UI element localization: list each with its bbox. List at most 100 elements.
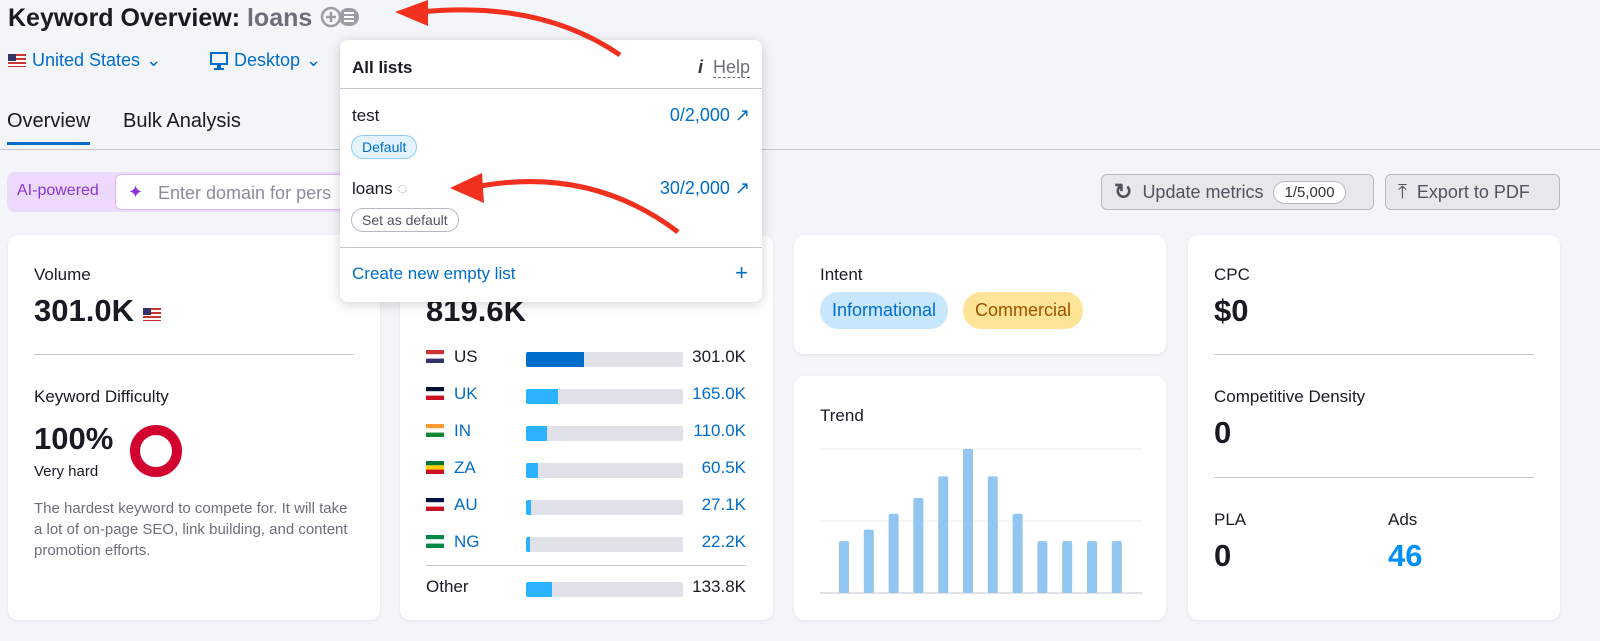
trend-bar[interactable] <box>913 497 924 593</box>
country-row-in: IN 110.0K <box>426 421 746 445</box>
update-metrics-button[interactable]: ↻ Update metrics 1/5,000 <box>1101 174 1374 210</box>
ads-value[interactable]: 46 <box>1388 538 1422 574</box>
country-code[interactable]: NG <box>454 532 480 552</box>
au-flag-icon <box>426 498 444 511</box>
divider <box>340 88 762 89</box>
trend-bar[interactable] <box>938 476 949 593</box>
ads-label: Ads <box>1388 510 1418 529</box>
country-bar <box>526 389 683 404</box>
za-flag-icon <box>426 461 444 474</box>
trend-card: Trend <box>794 376 1166 620</box>
annotation-arrowhead <box>395 0 428 26</box>
volume-label: Volume <box>34 265 91 284</box>
us-flag-icon <box>8 54 26 67</box>
country-bar-fill <box>526 463 538 478</box>
chevron-down-icon: ⌄ <box>306 50 322 70</box>
country-bar <box>526 352 683 367</box>
us-flag-icon <box>142 308 161 321</box>
country-code[interactable]: UK <box>454 384 478 404</box>
country-bar <box>526 463 683 478</box>
trend-bar[interactable] <box>1087 541 1097 593</box>
divider <box>1214 477 1534 478</box>
country-bar-fill <box>526 389 558 404</box>
upload-icon: ⤒ <box>1398 180 1407 203</box>
tab-bulk-analysis[interactable]: Bulk Analysis <box>123 110 241 143</box>
trend-bar[interactable] <box>1111 541 1122 593</box>
country-value[interactable]: 22.2K <box>702 532 746 552</box>
trend-bar[interactable] <box>1012 513 1023 593</box>
trend-bar[interactable] <box>1062 541 1073 593</box>
country-row-ng: NG 22.2K <box>426 532 746 556</box>
us-flag-icon <box>426 350 444 363</box>
country-code[interactable]: IN <box>454 421 471 441</box>
external-link-icon: ↗ <box>734 105 750 125</box>
intent-commercial-tag: Commercial <box>963 292 1084 329</box>
other-bar-fill <box>526 582 552 597</box>
plus-icon[interactable]: + <box>735 260 748 286</box>
country-row-uk: UK 165.0K <box>426 384 746 408</box>
cpc-value: $0 <box>1214 293 1249 328</box>
help-link[interactable]: i Help <box>698 57 750 78</box>
ng-flag-icon <box>426 535 444 548</box>
country-code: US <box>454 347 478 366</box>
tab-bar: Overview Bulk Analysis <box>0 108 1600 150</box>
divider <box>1214 354 1534 355</box>
country-value[interactable]: 165.0K <box>692 384 746 404</box>
volume-value: 301.0K <box>34 293 161 329</box>
country-bar <box>526 426 683 441</box>
domain-input[interactable]: ✦ Enter domain for pers <box>115 174 357 210</box>
country-value[interactable]: 60.5K <box>702 458 746 478</box>
list-name-loans[interactable]: loans ◌ <box>352 179 407 199</box>
info-icon: i <box>697 57 703 77</box>
divider <box>340 247 762 248</box>
country-code[interactable]: AU <box>454 495 478 515</box>
title-text: Keyword Overview: <box>8 4 241 32</box>
help-label: Help <box>712 57 750 78</box>
country-bar-fill <box>526 352 584 367</box>
in-flag-icon <box>426 424 444 437</box>
desktop-icon <box>210 51 228 70</box>
country-label: United States <box>32 50 141 70</box>
country-value[interactable]: 110.0K <box>693 421 746 441</box>
density-value: 0 <box>1214 415 1232 450</box>
trend-bar[interactable] <box>963 449 973 593</box>
trend-bar[interactable] <box>987 476 998 593</box>
trend-bar[interactable] <box>863 529 874 593</box>
country-row-za: ZA 60.5K <box>426 458 746 482</box>
intent-informational-tag: Informational <box>820 292 949 329</box>
default-badge: Default <box>351 135 418 159</box>
list-count-loans[interactable]: 30/2,000 ↗ <box>660 178 750 199</box>
cpc-card: CPC $0 Competitive Density 0 PLA 0 Ads 4… <box>1188 235 1560 620</box>
trend-bar[interactable] <box>839 541 849 593</box>
volume-card: Volume 301.0K Keyword Difficulty 100% Ve… <box>8 235 380 620</box>
country-bar <box>526 500 683 515</box>
export-pdf-button[interactable]: ⤒ Export to PDF <box>1385 174 1560 210</box>
uk-flag-icon <box>426 387 444 400</box>
refresh-icon: ↻ <box>1114 179 1133 204</box>
list-count-test[interactable]: 0/2,000 ↗ <box>670 105 750 126</box>
ai-powered-badge: AI-powered <box>17 182 99 199</box>
device-selector[interactable]: Desktop ⌄ <box>210 50 321 71</box>
country-bar <box>526 537 683 552</box>
list-name-test[interactable]: test <box>352 106 379 126</box>
country-row-other: Other 133.8K <box>426 577 746 601</box>
divider <box>34 354 354 355</box>
chevron-down-icon: ⌄ <box>146 50 162 70</box>
difficulty-description: The hardest keyword to compete for. It w… <box>34 500 348 559</box>
add-to-list-icon[interactable] <box>319 5 363 29</box>
country-bar-fill <box>526 426 548 441</box>
trend-bar[interactable] <box>888 513 899 593</box>
country-selector[interactable]: United States ⌄ <box>8 50 161 71</box>
create-list-link[interactable]: Create new empty list <box>352 264 515 284</box>
other-bar <box>526 582 683 597</box>
set-as-default-button[interactable]: Set as default <box>351 208 459 232</box>
popup-title: All lists <box>352 58 413 77</box>
country-row-us: US 301.0K <box>426 347 746 371</box>
country-code[interactable]: ZA <box>454 458 476 478</box>
country-value[interactable]: 27.1K <box>702 495 746 515</box>
trend-chart <box>820 448 1142 594</box>
other-label: Other <box>426 577 469 596</box>
trend-bar[interactable] <box>1037 541 1048 593</box>
page-title: Keyword Overview: loans <box>8 4 363 33</box>
tab-overview[interactable]: Overview <box>7 110 91 145</box>
